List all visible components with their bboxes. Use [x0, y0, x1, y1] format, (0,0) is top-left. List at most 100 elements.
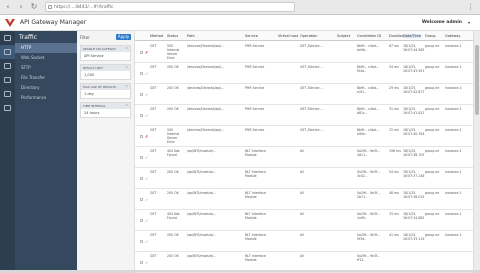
filter-value[interactable]: 24 hours [81, 109, 130, 117]
cell-operation: GET /Device ... [300, 107, 324, 111]
cell-path: /api/NTI/module/... [187, 254, 217, 258]
cell-gw: instance-1 [445, 107, 462, 111]
row-checkbox[interactable] [140, 219, 143, 222]
column-header-date-time[interactable]: Date/Time [403, 34, 422, 38]
cell-dur [389, 254, 403, 272]
column-header-status[interactable]: Status [167, 34, 178, 38]
logs-icon[interactable] [0, 87, 15, 101]
column-header-duration[interactable]: Duration [389, 34, 404, 38]
table-row[interactable]: ✓ GET 200 OK/devices/DeviceA/api/... PHR Se… [135, 105, 473, 126]
table-row[interactable]: ✓ GET 200 OK/devices/DeviceA/api/... PHR Se… [135, 63, 473, 84]
cell-cid: 8b9f... c4bd... a90e.. [357, 128, 379, 136]
column-header-virtual-host[interactable]: Virtual host [278, 34, 298, 38]
cell-subject [337, 170, 355, 188]
cell-operation: GET /Device ... [300, 44, 324, 48]
column-header-group[interactable]: Group [425, 34, 436, 38]
table-row[interactable]: ✓ GET 200 OK/devices/DeviceA/api/... PHR Se… [135, 84, 473, 105]
table-row[interactable]: ✓ GET 404 Not Found/api/NTI/module/... NLT … [135, 147, 473, 168]
column-header-method[interactable]: Method [150, 34, 163, 38]
table-row[interactable]: ✓ GET 200 OK/api/NTI/module/... NLT Interfa… [135, 168, 473, 189]
row-checkbox[interactable] [140, 156, 143, 159]
browser-menu-icon[interactable]: ⋮ [467, 3, 474, 11]
cell-gw: instance-1 [445, 170, 462, 174]
cell-dur: 34 ms [389, 65, 399, 69]
cell-operation: All [300, 191, 304, 195]
cell-status: 404 Not Found [167, 212, 180, 220]
refresh-icon[interactable]: ↻ [29, 2, 39, 12]
row-checkbox[interactable] [140, 93, 143, 96]
cell-date: 18/1/25, 16:07:38.705 [403, 149, 425, 157]
events-icon[interactable] [0, 101, 15, 115]
close-icon[interactable]: × [125, 84, 128, 88]
cell-service: NLT Interface Module [245, 170, 266, 178]
filter-value[interactable]: 1,000 [81, 71, 130, 79]
cell-group: group.ne [425, 65, 440, 69]
sidebar-item-http[interactable]: HTTP [15, 43, 77, 53]
row-checkbox[interactable] [140, 51, 143, 54]
table-header: Method Status Path Service Virtual host … [135, 31, 473, 41]
cell-vhost [278, 233, 298, 251]
sidebar-item-sftp[interactable]: SFTP [15, 63, 77, 73]
forward-icon[interactable]: › [16, 2, 26, 12]
sidebar-item-file-transfer[interactable]: File Transfer [15, 73, 77, 83]
filter-label[interactable]: Filter [80, 35, 90, 40]
left-rail [0, 31, 15, 270]
url-text: https://...:8443/...#!/traffic [54, 5, 114, 10]
monitoring-icon[interactable] [0, 59, 15, 73]
cell-gw: instance-1 [445, 86, 462, 90]
close-icon[interactable]: × [125, 65, 128, 69]
check-icon: ✓ [145, 176, 149, 181]
row-checkbox[interactable] [140, 177, 143, 180]
table-row[interactable]: ✗ GET 500 Internal Server Error/devices/De… [135, 42, 473, 63]
cell-dur: 29 ms [389, 86, 399, 90]
column-header-operation[interactable]: Operation [300, 34, 317, 38]
chevron-down-icon[interactable]: ▾ [468, 20, 470, 25]
sidebar-item-performance[interactable]: Performance [15, 93, 77, 103]
cell-path: /devices/DeviceA/api/... [187, 128, 225, 132]
cell-service: PHR Service [245, 65, 265, 69]
filter-group-gateway: SEARCH ON GATEWAY × API Service [80, 45, 131, 61]
row-checkbox[interactable] [140, 261, 143, 264]
scrollbar[interactable] [473, 31, 480, 270]
check-icon: ✓ [145, 113, 149, 118]
row-checkbox[interactable] [140, 198, 143, 201]
row-checkbox[interactable] [140, 72, 143, 75]
sidebar-item-websocket[interactable]: Web Socket [15, 53, 77, 63]
column-header-service[interactable]: Service [245, 34, 258, 38]
table-row[interactable]: ✗ GET 500 Internal Server Error/devices/De… [135, 126, 473, 147]
row-checkbox[interactable] [140, 135, 143, 138]
cell-method: GET [150, 107, 157, 111]
table-row[interactable]: ✓ GET 404 Not Found/api/NTI/module/... NLT … [135, 210, 473, 231]
column-header-gateway[interactable]: Gateway [445, 34, 460, 38]
sidebar-item-directory[interactable]: Directory [15, 83, 77, 93]
scrollbar-thumb[interactable] [475, 45, 479, 115]
cell-service: NLT Interface Module [245, 191, 266, 199]
cell-group: group.ne [425, 86, 440, 90]
cell-method: GET [150, 149, 157, 153]
row-checkbox[interactable] [140, 240, 143, 243]
table-row[interactable]: ✓ GET 200 OK/api/NTI/module/... NLT Interfa… [135, 189, 473, 210]
cell-date: 18/1/25, 16:07:44.565 [403, 44, 425, 52]
traffic-icon[interactable] [0, 45, 15, 59]
apply-button[interactable]: Apply [116, 34, 131, 40]
dashboard-icon[interactable] [0, 31, 15, 45]
back-icon[interactable]: ‹ [3, 2, 13, 12]
column-header-correlation-id[interactable]: Correlation ID [357, 34, 381, 38]
cell-path: /api/NTI/module/... [187, 170, 217, 174]
user-menu[interactable]: Welcome admin [422, 20, 462, 25]
cell-vhost [278, 254, 298, 272]
cell-date: 18/1/25, 16:07:34.882 [403, 212, 425, 220]
row-checkbox[interactable] [140, 114, 143, 117]
filter-group-age: MAX AGE OF RESULTS × 1 day [80, 83, 131, 99]
column-header-path[interactable]: Path [187, 34, 195, 38]
filter-value[interactable]: 1 day [81, 90, 130, 98]
settings-icon[interactable] [0, 73, 15, 87]
cell-operation: All [300, 254, 304, 258]
close-icon[interactable]: × [125, 46, 128, 50]
cell-dur: 54 ms [389, 170, 399, 174]
column-header-subject[interactable]: Subject [337, 34, 350, 38]
address-bar[interactable]: https://...:8443/...#!/traffic [45, 2, 295, 12]
filter-value[interactable]: API Service [81, 52, 130, 60]
close-icon[interactable]: × [125, 103, 128, 107]
table-row[interactable]: ✓ GET 200 OK/api/NTI/module/... NLT Interfa… [135, 231, 473, 252]
